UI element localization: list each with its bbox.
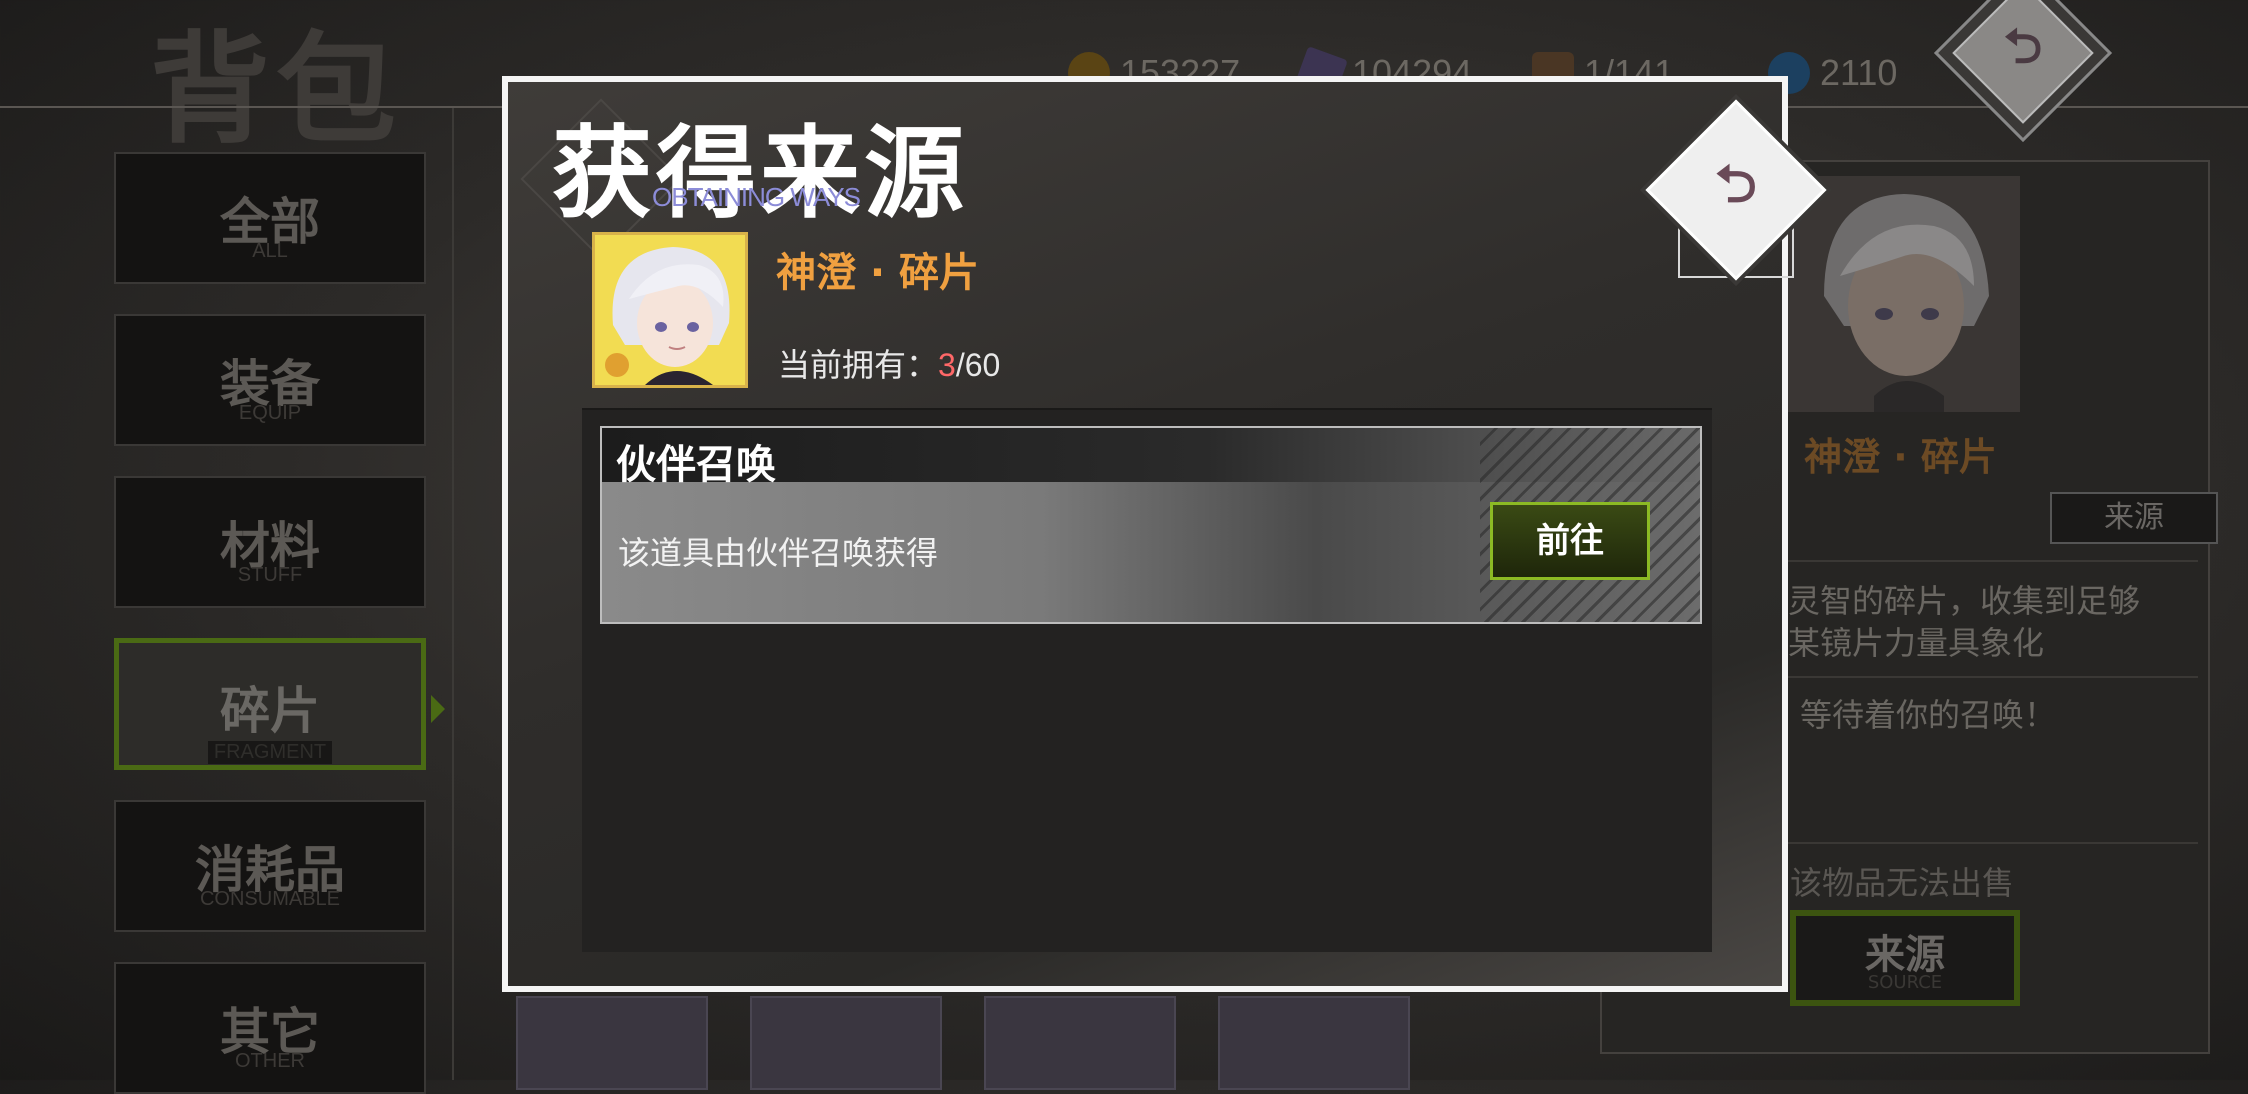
bag-title: 背包 <box>150 19 402 160</box>
fragment-tile[interactable] <box>984 996 1176 1090</box>
owned-count: 当前拥有：3/60 <box>778 340 1000 386</box>
category-label: 碎片 <box>220 681 320 740</box>
fragment-tile[interactable] <box>516 996 708 1090</box>
no-sell-notice: 该物品无法出售 <box>1790 864 2015 902</box>
detail-description: 灵智的碎片，收集到足够 某镜片力量具象化 <box>1788 580 2140 664</box>
category-consumable[interactable]: 消耗品 CONSUMABLE <box>114 800 426 932</box>
return-arrow-icon: ⮌ <box>1715 154 1757 215</box>
category-all[interactable]: 全部 ALL <box>114 152 426 284</box>
source-card-description: 该道具由伙伴召唤获得 <box>618 534 939 572</box>
category-stuff[interactable]: 材料 STUFF <box>114 476 426 608</box>
obtaining-ways-modal: 获得来源 OBTAINING WAYS ⮌ 神澄 · 碎片 当前拥有：3/60 … <box>502 76 1827 992</box>
diamond-value: 2110 <box>1820 52 1898 93</box>
category-sublabel: FRAGMENT <box>207 741 333 764</box>
item-icon <box>592 232 748 388</box>
detail-description-line: 等待着你的召唤！ <box>1800 696 2057 734</box>
character-portrait-large <box>1784 176 2020 412</box>
category-sublabel: CONSUMABLE <box>199 888 341 910</box>
detail-source-small-button[interactable]: 来源 <box>2050 492 2218 544</box>
detail-source-button[interactable]: 来源 SOURCE <box>1790 910 2020 1006</box>
character-portrait-icon <box>595 235 745 385</box>
modal-title: 获得来源 <box>552 114 968 232</box>
detail-description-line: 某镜片力量具象化 <box>1788 624 2045 662</box>
back-arrow-icon: ⮌ <box>2003 18 2043 75</box>
category-equip[interactable]: 装备 EQUIP <box>114 314 426 446</box>
modal-item-name: 神澄 · 碎片 <box>776 250 980 296</box>
category-sublabel: EQUIP <box>238 402 302 424</box>
detail-item-name: 神澄 · 碎片 <box>1804 435 1997 479</box>
category-fragment[interactable]: 碎片 FRAGMENT <box>114 638 445 770</box>
source-card-title: 伙伴召唤 <box>616 441 776 488</box>
go-button[interactable]: 前往 <box>1490 502 1650 580</box>
source-card: 伙伴召唤 该道具由伙伴召唤获得 前往 <box>600 426 1702 624</box>
category-other[interactable]: 其它 OTHER <box>114 962 426 1094</box>
sidebar-divider <box>452 108 454 1080</box>
source-list: 伙伴召唤 该道具由伙伴召唤获得 前往 <box>582 408 1712 952</box>
modal-subtitle: OBTAINING WAYS <box>652 182 861 212</box>
source-button-sublabel: SOURCE <box>1867 972 1943 993</box>
category-sublabel: ALL <box>252 240 288 262</box>
owned-label: 当前拥有： <box>778 346 939 384</box>
owned-current: 3 <box>938 347 956 383</box>
category-sublabel: STUFF <box>237 564 303 586</box>
fragment-tile[interactable] <box>1218 996 1410 1090</box>
active-indicator-arrow <box>431 695 445 723</box>
category-sublabel: OTHER <box>235 1050 305 1072</box>
fragment-tile[interactable] <box>750 996 942 1090</box>
bg-back-button[interactable]: ⮌ <box>1933 0 2113 143</box>
detail-description-line: 灵智的碎片，收集到足够 <box>1788 582 2141 620</box>
owned-max: /60 <box>955 347 1001 383</box>
